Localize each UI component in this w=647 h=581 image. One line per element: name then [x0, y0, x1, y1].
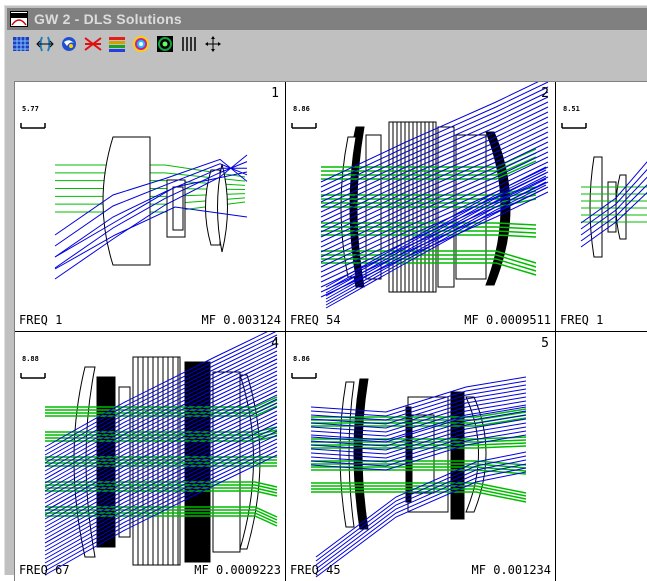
- freq-label: FREQ 54: [290, 313, 341, 327]
- panel-number: 1: [271, 86, 279, 101]
- scale-bar-label: 8.86: [293, 105, 310, 113]
- merit-function-label: MF 0.0009511: [464, 313, 551, 327]
- grid-view-button[interactable]: [11, 35, 30, 54]
- panel-number: 2: [541, 86, 549, 101]
- toolbar: [7, 32, 647, 56]
- crossed-rays-button[interactable]: [83, 35, 102, 54]
- lens-panel[interactable]: 4 8.88 FREQ 67 MF 0.0009223: [15, 332, 286, 581]
- window-title: GW 2 - DLS Solutions: [34, 11, 182, 27]
- scale-bar: 8.86: [291, 105, 317, 133]
- lens-panel[interactable]: 5 8.86 FREQ 45 MF 0.001234: [286, 332, 556, 581]
- lens-panel[interactable]: 8.51 FREQ 1: [556, 82, 647, 332]
- scale-bar-graphic: [291, 123, 317, 129]
- move-arrows-icon: [204, 36, 221, 52]
- merit-function-label: MF 0.003124: [201, 313, 281, 327]
- freq-label: FREQ 1: [19, 313, 63, 327]
- color-bars-button[interactable]: [107, 35, 126, 54]
- scale-bar-label: 8.51: [563, 105, 580, 113]
- scale-bar: 8.88: [20, 355, 46, 383]
- vertical-lines-icon: [181, 37, 196, 51]
- lens-ray-diagram: [320, 82, 549, 309]
- app-lens-icon[interactable]: [10, 11, 28, 27]
- lens-panel[interactable]: 2 8.86 FREQ 54 MF 0.0009511: [286, 82, 556, 332]
- lens-arrows-icon: [35, 36, 54, 52]
- spot-diagram-icon: [61, 37, 76, 51]
- scale-bar-label: 8.86: [293, 355, 310, 363]
- lens-panel[interactable]: [556, 332, 647, 581]
- lens-ray-diagram: [44, 332, 278, 576]
- freq-label: FREQ 1: [560, 313, 604, 327]
- psf-display-button[interactable]: [155, 35, 174, 54]
- scale-bar-graphic: [20, 373, 46, 379]
- panel-number: 4: [271, 336, 279, 351]
- lens-ray-diagram: [54, 136, 248, 280]
- crossed-rays-icon: [83, 37, 102, 51]
- scale-bar-graphic: [291, 373, 317, 379]
- title-bar[interactable]: GW 2 - DLS Solutions: [7, 8, 647, 30]
- scale-bar-label: 8.88: [22, 355, 39, 363]
- scale-bar-graphic: [20, 123, 46, 129]
- lens-arrows-button[interactable]: [35, 35, 54, 54]
- spot-diagram-button[interactable]: [59, 35, 78, 54]
- app-window: GW 2 - DLS Solutions 1 5.77 FREQ 1 MF 0.…: [4, 5, 647, 581]
- scale-bar-graphic: [561, 123, 587, 129]
- panel-number: 5: [541, 336, 549, 351]
- scale-bar: 8.86: [291, 355, 317, 383]
- target-rings-button[interactable]: [131, 35, 150, 54]
- color-bars-icon: [108, 37, 125, 52]
- lens-ray-diagram: [310, 376, 527, 578]
- grid-view-icon: [12, 37, 29, 51]
- target-rings-icon: [132, 36, 149, 52]
- app-lens-icon-graphic: [11, 13, 27, 26]
- scale-bar: 5.77: [20, 105, 46, 133]
- psf-display-icon: [156, 36, 173, 52]
- scale-bar-label: 5.77: [22, 105, 39, 113]
- vertical-lines-button[interactable]: [179, 35, 198, 54]
- lens-panel-grid: 1 5.77 FREQ 1 MF 0.003124 2 8.86 FREQ 54 MF 0.0…: [14, 81, 647, 581]
- lens-panel[interactable]: 1 5.77 FREQ 1 MF 0.003124: [15, 82, 286, 332]
- scale-bar: 8.51: [561, 105, 587, 133]
- move-arrows-button[interactable]: [203, 35, 222, 54]
